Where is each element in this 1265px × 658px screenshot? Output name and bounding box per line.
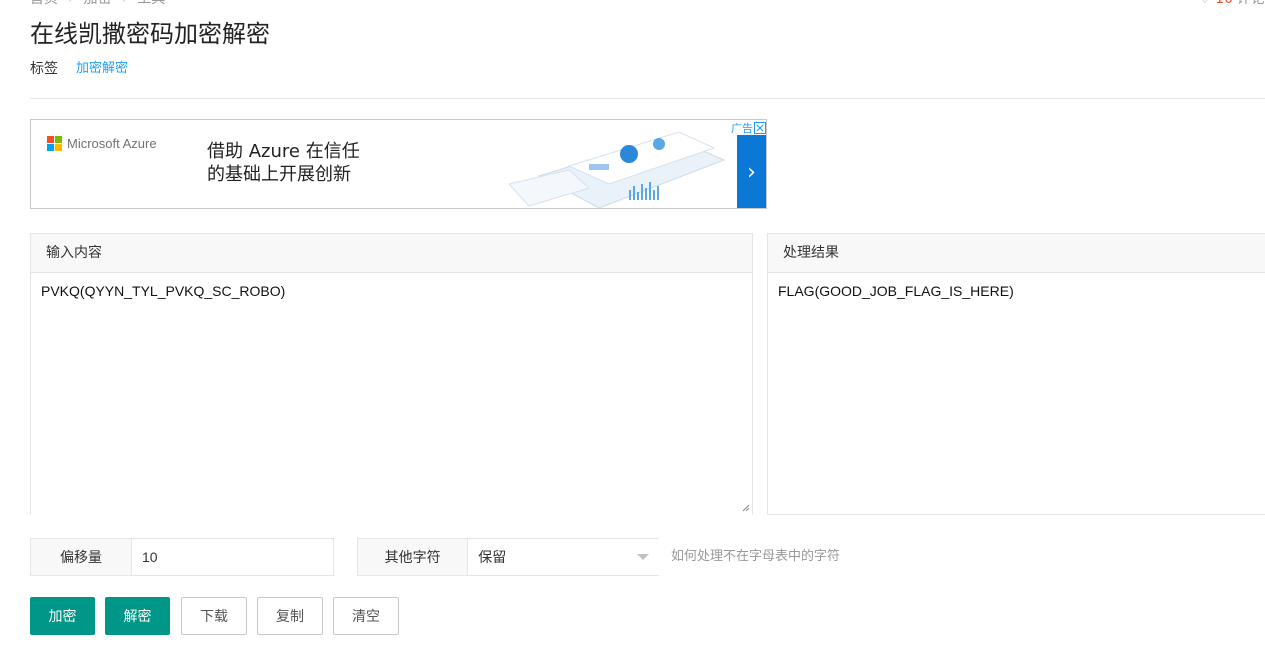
tags-label: 标签 [30,61,58,77]
ad-badge[interactable]: 广告 ✕ [731,120,766,135]
resize-grip-icon[interactable] [742,504,750,512]
download-button[interactable]: 下载 [181,597,247,635]
breadcrumb-separator: › [122,0,128,8]
dashboard-illustration-icon [509,131,726,208]
encrypt-button[interactable]: 加密 [30,597,95,635]
input-panel-title: 输入内容 [31,234,752,273]
copy-button[interactable]: 复制 [257,597,323,635]
tag-link-encrypt-decrypt[interactable]: 加密解密 [76,60,128,78]
output-result: FLAG(GOOD_JOB_FLAG_IS_HERE) [778,283,1014,299]
ad-headline-line1: 借助 Azure 在信任 [207,141,360,162]
breadcrumb-home[interactable]: 首页 [30,0,58,8]
heart-icon: ♡ [1199,0,1212,8]
breadcrumb-separator: › [68,0,74,8]
ad-brand: Microsoft Azure [67,136,157,151]
ad-banner[interactable]: Microsoft Azure 借助 Azure 在信任 的基础上开展创新 › … [30,119,767,209]
other-chars-field-group: 其他字符 保留 [357,538,659,576]
ad-headline: 借助 Azure 在信任 的基础上开展创新 [207,140,360,186]
offset-field-group: 偏移量 [30,538,334,576]
page-title: 在线凯撒密码加密解密 [30,20,270,48]
microsoft-squares-icon [47,136,62,151]
input-panel: 输入内容 PVKQ(QYYN_TYL_PVKQ_SC_ROBO) [30,233,753,515]
offset-label: 偏移量 [31,539,132,575]
input-textarea[interactable]: PVKQ(QYYN_TYL_PVKQ_SC_ROBO) [31,273,752,515]
ad-headline-line2: 的基础上开展创新 [207,164,351,185]
divider [30,98,1265,99]
other-chars-selected: 保留 [478,550,507,566]
comment-number: 10 [1215,0,1233,8]
offset-input[interactable] [132,539,333,575]
close-icon[interactable]: ✕ [754,121,766,134]
tags-row: 标签 加密解密 [30,60,128,78]
breadcrumb-tools[interactable]: 工具 [137,0,165,8]
output-panel-title: 处理结果 [768,234,1265,273]
chevron-right-icon: › [747,159,756,185]
other-chars-hint: 如何处理不在字母表中的字符 [671,549,841,564]
comment-count[interactable]: ♡ 10 评论 [1199,0,1265,8]
output-panel: 处理结果 FLAG(GOOD_JOB_FLAG_IS_HERE) [767,233,1265,515]
decrypt-button[interactable]: 解密 [105,597,170,635]
other-chars-label: 其他字符 [358,539,469,575]
ad-next-button[interactable]: › [737,135,766,208]
breadcrumb-encrypt[interactable]: 加密 [84,0,112,8]
breadcrumb: 首页 › 加密 › 工具 [30,0,165,8]
ad-label: 广告 [731,121,753,135]
comment-label: 评论 [1237,0,1265,8]
clear-button[interactable]: 清空 [333,597,399,635]
other-chars-select[interactable]: 保留 [468,539,659,575]
microsoft-logo: Microsoft Azure [47,136,157,151]
chevron-down-icon [637,554,649,560]
